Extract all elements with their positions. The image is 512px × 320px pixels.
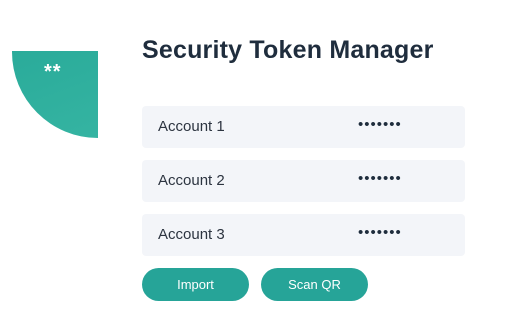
scan-qr-button[interactable]: Scan QR xyxy=(261,268,368,301)
account-name: Account 2 xyxy=(158,172,225,189)
logo-text: ** xyxy=(44,61,62,83)
token-manager-page: ** Security Token Manager Account 1 ••••… xyxy=(0,0,512,320)
page-title: Security Token Manager xyxy=(142,36,434,64)
account-token-masked: ••••••• xyxy=(358,170,402,187)
account-name: Account 3 xyxy=(158,226,225,243)
account-row-2[interactable]: Account 2 ••••••• xyxy=(142,160,465,202)
import-button[interactable]: Import xyxy=(142,268,249,301)
account-row-1[interactable]: Account 1 ••••••• xyxy=(142,106,465,148)
account-row-3[interactable]: Account 3 ••••••• xyxy=(142,214,465,256)
account-name: Account 1 xyxy=(158,118,225,135)
app-logo: ** xyxy=(12,51,98,138)
account-token-masked: ••••••• xyxy=(358,116,402,133)
account-token-masked: ••••••• xyxy=(358,224,402,241)
account-list: Account 1 ••••••• Account 2 ••••••• Acco… xyxy=(142,106,465,268)
